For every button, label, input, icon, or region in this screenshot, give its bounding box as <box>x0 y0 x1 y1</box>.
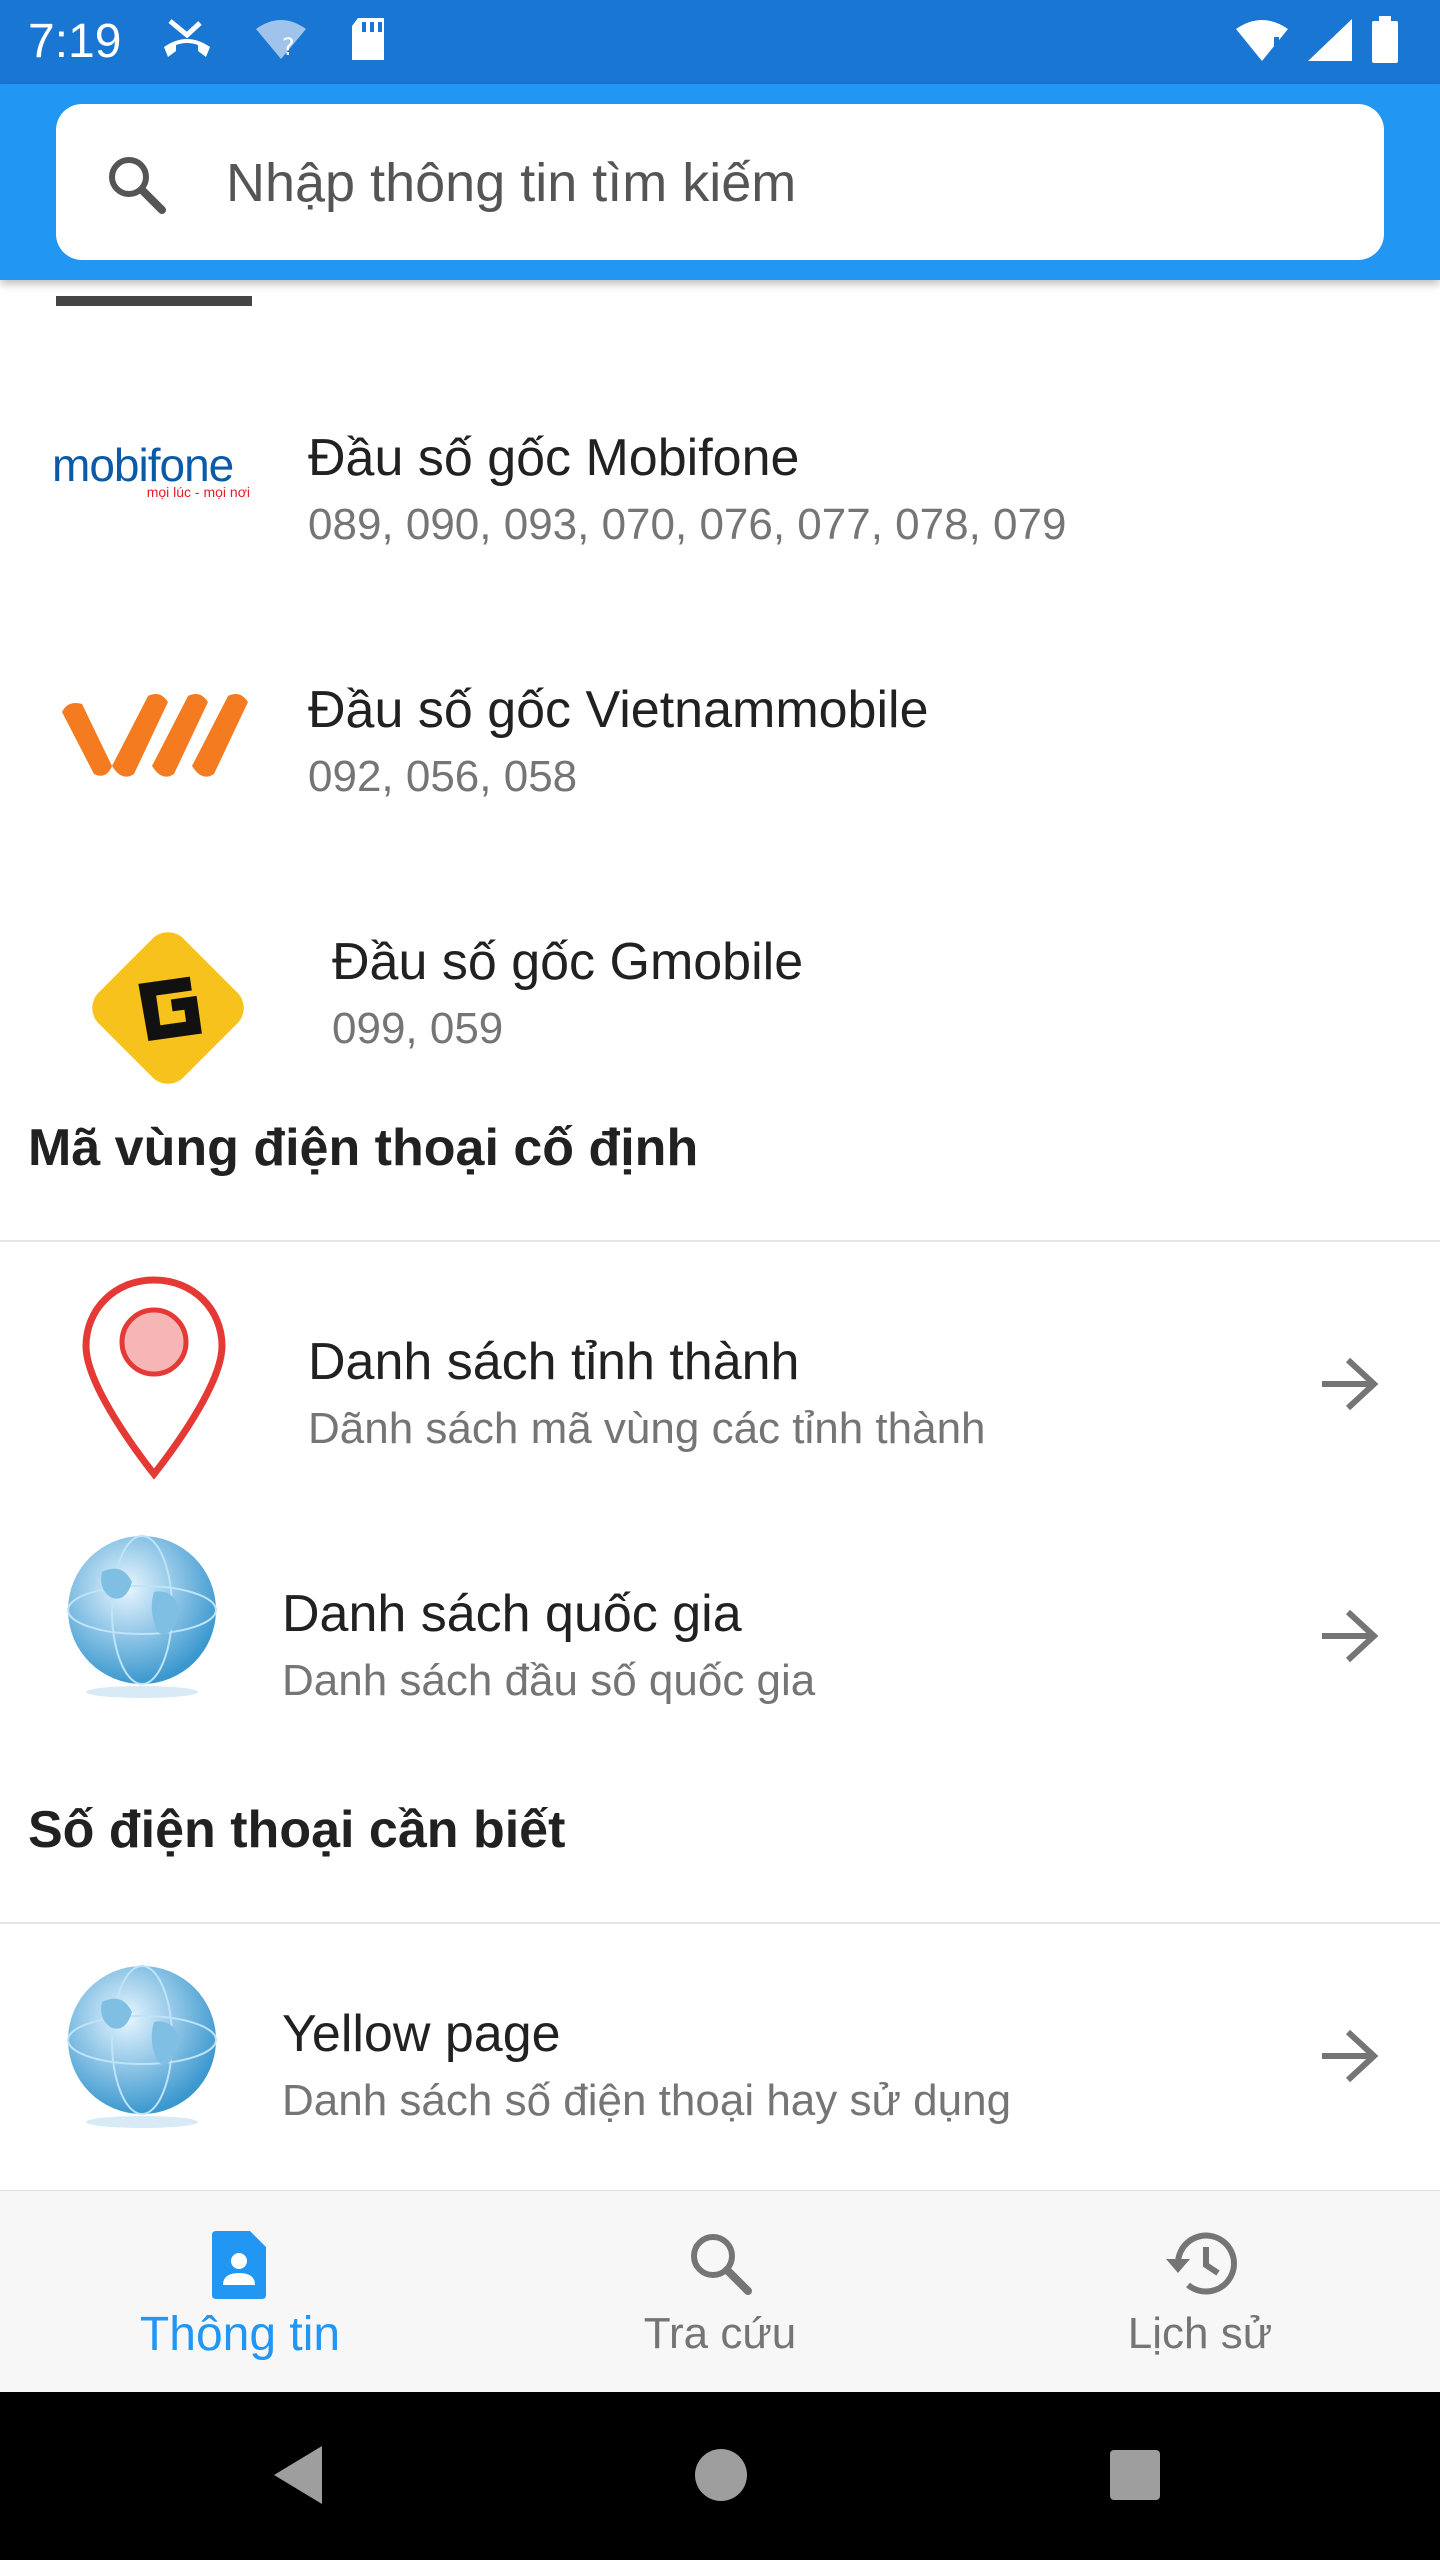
section-divider <box>0 1922 1440 1924</box>
history-icon <box>1166 2232 1237 2295</box>
status-time: 7:19 <box>28 15 122 68</box>
tab-label: Thông tin <box>139 2308 341 2361</box>
mobifone-logo: mobifone mọi lúc - mọi nơi <box>52 439 250 500</box>
app-bar <box>0 84 1440 280</box>
svg-text:?: ? <box>282 33 295 61</box>
signal-icon <box>1308 19 1352 61</box>
partial-logo-thumbnail <box>56 296 252 306</box>
main-content: mobifone mọi lúc - mọi nơi Đầu số gốc Mo… <box>0 280 1440 2190</box>
contact-card-icon <box>212 2231 266 2299</box>
location-pin-icon <box>82 1276 226 1480</box>
search-icon <box>691 2234 752 2295</box>
list-item-provinces[interactable]: Danh sách tỉnh thành Dãnh sách mã vùng c… <box>0 1260 1440 1500</box>
wifi-unknown-icon: ? <box>256 20 306 61</box>
tab-lookup[interactable]: Tra cứu <box>480 2191 960 2393</box>
carrier-prefixes: 092, 056, 058 <box>308 752 578 801</box>
gmobile-logo <box>92 932 244 1084</box>
battery-icon <box>1372 16 1398 63</box>
vietnammobile-logo <box>62 694 248 777</box>
wifi-icon <box>1236 20 1288 61</box>
status-system-icons <box>1234 16 1400 64</box>
section-divider <box>0 1240 1440 1242</box>
missed-call-icon <box>164 19 210 57</box>
tab-label: Lịch sử <box>1127 2309 1273 2358</box>
list-item-title: Danh sách tỉnh thành <box>308 1333 800 1391</box>
tab-history[interactable]: Lịch sử <box>960 2191 1440 2393</box>
section-title-landline: Mã vùng điện thoại cố định <box>28 1119 699 1177</box>
list-item-yellow-page[interactable]: Yellow page Danh sách số điện thoại hay … <box>0 1944 1440 2184</box>
carrier-prefixes: 089, 090, 093, 070, 076, 077, 078, 079 <box>308 500 1067 549</box>
tab-label: Tra cứu <box>643 2309 797 2358</box>
carrier-item-vietnammobile[interactable]: Đầu số gốc Vietnammobile 092, 056, 058 <box>0 632 1440 872</box>
search-box[interactable] <box>56 104 1384 260</box>
search-icon <box>109 157 166 214</box>
list-item-title: Yellow page <box>282 2005 561 2063</box>
globe-icon <box>67 1965 217 2128</box>
carrier-title: Đầu số gốc Gmobile <box>332 933 804 991</box>
carrier-title: Đầu số gốc Vietnammobile <box>308 681 929 739</box>
carrier-prefixes: 099, 059 <box>332 1004 504 1053</box>
back-icon[interactable] <box>270 2444 326 2506</box>
recents-icon[interactable] <box>1108 2448 1162 2502</box>
arrow-right-icon[interactable] <box>1318 1356 1380 1412</box>
section-title-useful: Số điện thoại cần biết <box>28 1801 566 1859</box>
carrier-item-mobifone[interactable]: mobifone mọi lúc - mọi nơi Đầu số gốc Mo… <box>0 380 1440 620</box>
bottom-navigation: Thông tin Tra cứu Lịch sử <box>0 2190 1440 2393</box>
status-bar: 7:19 ? <box>0 0 1440 84</box>
list-item-countries[interactable]: Danh sách quốc gia Danh sách đầu số quốc… <box>0 1512 1440 1752</box>
sd-card-icon <box>352 18 384 60</box>
arrow-right-icon[interactable] <box>1318 1608 1380 1664</box>
tab-info[interactable]: Thông tin <box>0 2191 480 2393</box>
list-item-subtitle: Danh sách đầu số quốc gia <box>282 1656 816 1705</box>
list-item-subtitle: Dãnh sách mã vùng các tỉnh thành <box>308 1404 986 1453</box>
list-item-subtitle: Danh sách số điện thoại hay sử dụng <box>282 2076 1012 2125</box>
status-notification-icons: ? <box>160 16 388 62</box>
system-navigation-bar <box>0 2392 1440 2560</box>
search-input[interactable] <box>224 140 1328 226</box>
arrow-right-icon[interactable] <box>1318 2028 1380 2084</box>
globe-icon <box>67 1535 217 1698</box>
carrier-title: Đầu số gốc Mobifone <box>308 429 800 487</box>
home-icon[interactable] <box>694 2448 748 2502</box>
carrier-item-gmobile[interactable]: Đầu số gốc Gmobile 099, 059 <box>0 884 1440 1124</box>
list-item-title: Danh sách quốc gia <box>282 1585 742 1643</box>
